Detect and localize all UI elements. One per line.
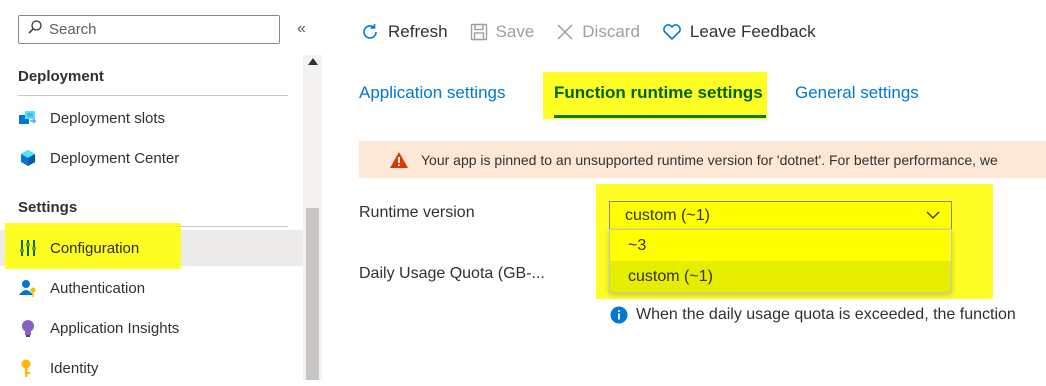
search-box[interactable]: Search bbox=[18, 15, 280, 44]
close-icon bbox=[556, 23, 574, 41]
sidebar-item-label: Identity bbox=[50, 359, 99, 377]
lightbulb-icon bbox=[18, 318, 38, 338]
warning-icon bbox=[389, 151, 409, 169]
search-input[interactable]: Search bbox=[49, 21, 97, 38]
sidebar-item-label: Deployment slots bbox=[50, 109, 166, 127]
chevron-down-icon bbox=[925, 208, 941, 227]
daily-usage-quota-label: Daily Usage Quota (GB-... bbox=[359, 265, 545, 282]
sidebar-item-deployment-center[interactable]: Deployment Center bbox=[0, 140, 303, 176]
section-header-settings: Settings bbox=[18, 199, 78, 216]
runtime-version-value: custom (~1) bbox=[625, 206, 710, 224]
runtime-version-label: Runtime version bbox=[359, 204, 475, 221]
sidebar-item-label: Application Insights bbox=[50, 319, 180, 337]
refresh-label: Refresh bbox=[388, 22, 448, 41]
save-label: Save bbox=[495, 22, 535, 41]
discard-label: Discard bbox=[582, 22, 640, 41]
warning-message: Your app is pinned to an unsupported run… bbox=[421, 151, 998, 168]
info-icon bbox=[610, 306, 628, 324]
deployment-slots-icon bbox=[18, 108, 38, 128]
sidebar-item-configuration-overlay: Configuration bbox=[0, 230, 303, 266]
sidebar-item-authentication[interactable]: Authentication bbox=[0, 270, 303, 306]
user-key-icon bbox=[18, 278, 38, 298]
scroll-up-arrow-icon[interactable] bbox=[308, 58, 318, 65]
cube-icon bbox=[18, 148, 38, 168]
active-tab-indicator bbox=[554, 115, 766, 118]
tab-application-settings[interactable]: Application settings bbox=[359, 83, 505, 103]
save-icon bbox=[470, 23, 488, 41]
sidebar-item-deployment-slots[interactable]: Deployment slots bbox=[0, 100, 303, 136]
key-icon bbox=[18, 358, 38, 378]
sidebar-item-identity[interactable]: Identity bbox=[0, 350, 303, 386]
sidebar-item-label: Configuration bbox=[50, 239, 140, 257]
runtime-version-dropdown[interactable]: custom (~1) bbox=[609, 201, 952, 230]
search-icon bbox=[27, 19, 43, 40]
dropdown-option[interactable]: ~3 bbox=[610, 230, 951, 261]
configuration-icon bbox=[18, 238, 38, 258]
warning-banner: Your app is pinned to an unsupported run… bbox=[359, 141, 1046, 178]
collapse-sidebar-button[interactable]: « bbox=[297, 20, 306, 38]
section-header-deployment: Deployment bbox=[18, 68, 104, 85]
tab-function-runtime-settings[interactable]: Function runtime settings bbox=[554, 83, 763, 103]
section-divider bbox=[18, 95, 288, 96]
save-button[interactable]: Save bbox=[470, 22, 535, 42]
discard-button[interactable]: Discard bbox=[556, 22, 640, 42]
leave-feedback-button[interactable]: Leave Feedback bbox=[662, 22, 816, 42]
scrollbar-thumb[interactable] bbox=[306, 208, 319, 380]
leave-feedback-label: Leave Feedback bbox=[689, 22, 816, 41]
sidebar-item-label: Authentication bbox=[50, 279, 146, 297]
quota-info-message: When the daily usage quota is exceeded, … bbox=[636, 306, 1016, 323]
heart-icon bbox=[662, 23, 682, 41]
sidebar: Search « Deployment Deployment slots Dep… bbox=[0, 0, 322, 380]
quota-info-text: When the daily usage quota is exceeded, … bbox=[610, 306, 1016, 324]
refresh-icon bbox=[360, 22, 380, 42]
sidebar-item-label: Deployment Center bbox=[50, 149, 180, 167]
refresh-button[interactable]: Refresh bbox=[360, 22, 448, 42]
dropdown-option-selected[interactable]: custom (~1) bbox=[610, 261, 951, 292]
sidebar-item-application-insights[interactable]: Application Insights bbox=[0, 310, 303, 346]
command-bar: Refresh Save Discard Leave Feedback bbox=[360, 17, 838, 47]
runtime-version-options: ~3 custom (~1) bbox=[609, 229, 952, 293]
tab-general-settings[interactable]: General settings bbox=[795, 83, 919, 103]
